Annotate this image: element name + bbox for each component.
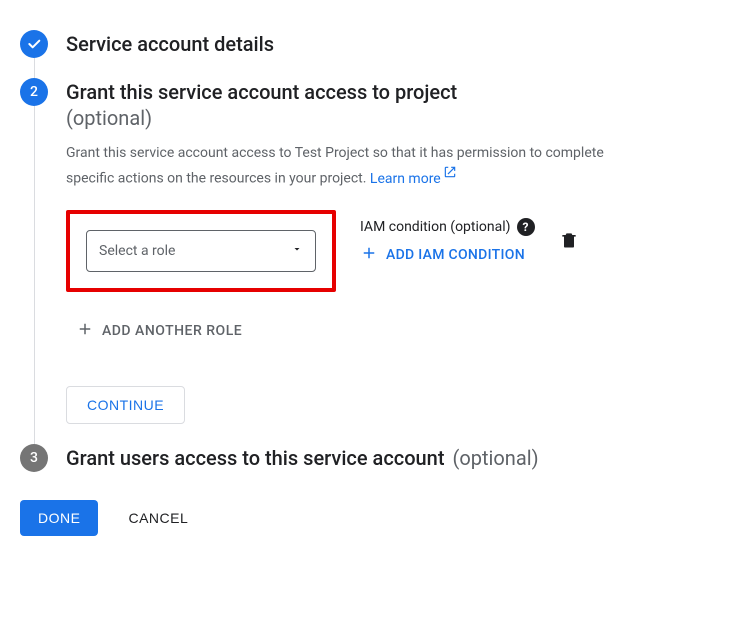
step-1: Service account details [20,30,722,78]
step-2-subtitle: (optional) [66,106,152,130]
learn-more-link[interactable]: Learn more [370,171,457,187]
select-role-dropdown[interactable]: Select a role [86,230,316,272]
footer-actions: DONE CANCEL [20,500,722,536]
step-3-subtitle: (optional) [452,446,538,470]
plus-icon [76,320,94,342]
delete-role-button[interactable] [559,238,579,254]
help-icon[interactable]: ? [517,218,535,236]
add-another-role-label: ADD ANOTHER ROLE [102,323,242,339]
dropdown-caret-icon [291,243,303,259]
iam-condition-column: IAM condition (optional) ? ADD IAM CONDI… [360,210,535,266]
done-button[interactable]: DONE [20,500,98,536]
step-2-description: Grant this service account access to Tes… [66,142,626,190]
step-2-title: Grant this service account access to pro… [66,80,457,104]
step-2: 2 Grant this service account access to p… [20,78,722,444]
step-1-title: Service account details [66,30,722,58]
role-highlight-box: Select a role [66,210,336,292]
step-3-number-icon: 3 [20,444,48,472]
step-2-description-text: Grant this service account access to Tes… [66,145,604,187]
add-iam-condition-button[interactable]: ADD IAM CONDITION [360,244,535,266]
trash-icon [559,230,579,250]
continue-button[interactable]: CONTINUE [66,386,185,424]
step-3-title: Grant users access to this service accou… [66,444,444,472]
role-row: Select a role IAM condition (optional) ?… [66,210,722,292]
plus-icon [360,244,378,266]
step-1-check-icon [20,30,48,58]
step-3: 3 Grant users access to this service acc… [20,444,722,482]
step-2-number-icon: 2 [20,78,48,106]
cancel-button[interactable]: CANCEL [128,510,188,526]
stepper: Service account details 2 Grant this ser… [20,30,722,482]
external-link-icon [443,164,457,186]
select-role-placeholder: Select a role [99,243,175,259]
add-another-role-button[interactable]: ADD ANOTHER ROLE [66,320,722,342]
learn-more-label: Learn more [370,171,441,187]
add-iam-condition-label: ADD IAM CONDITION [386,247,525,263]
iam-condition-text: IAM condition (optional) [360,219,511,235]
iam-condition-label: IAM condition (optional) ? [360,218,535,236]
